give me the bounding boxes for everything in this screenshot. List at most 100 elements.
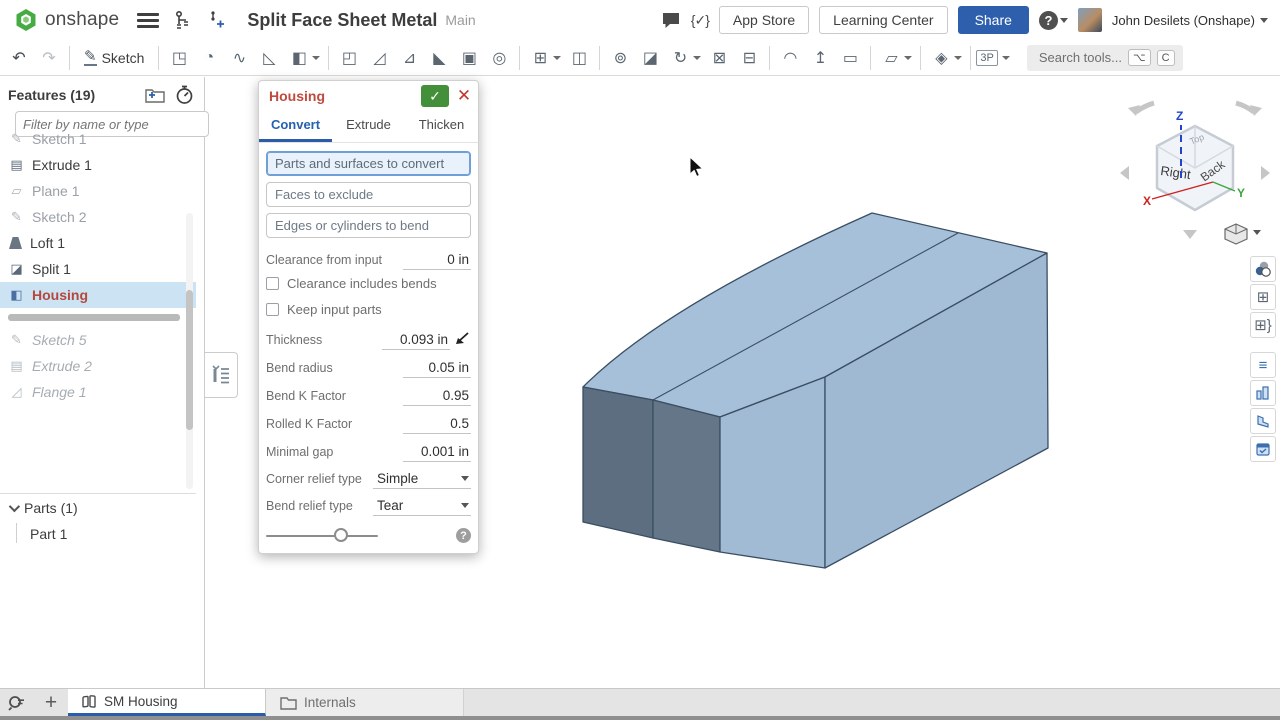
tab-convert[interactable]: Convert — [259, 111, 332, 142]
sheet-metal-bend-icon[interactable]: ◠ — [775, 44, 805, 72]
clearance-includes-bends-checkbox[interactable]: Clearance includes bends — [266, 270, 471, 296]
delete-face-icon[interactable]: ⊠ — [704, 44, 734, 72]
tab-search-icon[interactable] — [0, 689, 34, 716]
workspace-name[interactable]: Main — [445, 12, 475, 28]
sheet-metal-flatten-icon[interactable]: ▭ — [835, 44, 865, 72]
transform-icon[interactable]: ↻ — [665, 44, 695, 72]
linear-pattern-icon[interactable]: ⊞ — [525, 44, 555, 72]
mirror-icon[interactable]: ◫ — [564, 44, 594, 72]
slider-thumb[interactable] — [334, 528, 348, 542]
learning-center-button[interactable]: Learning Center — [819, 6, 947, 34]
shortcut-alt-key: ⌥ — [1128, 49, 1151, 66]
chevron-down-icon[interactable] — [553, 56, 561, 60]
thickness-input[interactable]: 0.093 in — [382, 332, 450, 350]
rolled-k-input[interactable]: 0.5 — [403, 416, 471, 434]
chevron-down-icon[interactable] — [904, 56, 912, 60]
chevron-down-icon[interactable] — [954, 56, 962, 60]
revolve-icon[interactable]: ◔ — [194, 44, 224, 72]
create-version-icon[interactable] — [207, 9, 225, 31]
graphics-viewport[interactable]: Right Back Top X Y Z — [0, 76, 1280, 688]
configurations-icon[interactable]: ⊞ — [1250, 284, 1276, 310]
feature-toolbar: ↶ ↷ ✎ Sketch ◳ ◔ ∿ ◺ ◧ ◰ ◿ ⊿ ◣ ▣ ◎ ⊞ ◫ ⊚… — [0, 40, 1280, 76]
split-icon[interactable]: ◪ — [635, 44, 665, 72]
hole-icon[interactable]: ◎ — [484, 44, 514, 72]
dialog-help-icon[interactable]: ? — [456, 528, 471, 543]
parts-to-convert-selector[interactable]: Parts and surfaces to convert — [266, 151, 471, 176]
chevron-down-icon[interactable] — [1002, 56, 1010, 60]
boolean-icon[interactable]: ⊚ — [605, 44, 635, 72]
corner-relief-row: Corner relief type Simple — [266, 463, 471, 489]
thicken-icon[interactable]: ◧ — [284, 44, 314, 72]
extrude-icon[interactable]: ◳ — [164, 44, 194, 72]
main-menu-icon[interactable] — [137, 10, 159, 31]
rolled-k-row: Rolled K Factor 0.5 — [266, 408, 471, 434]
bend-radius-input[interactable]: 0.05 in — [403, 360, 471, 378]
sketch-button[interactable]: ✎ Sketch — [75, 46, 153, 69]
flip-direction-icon[interactable] — [453, 330, 471, 348]
onshape-logo[interactable]: onshape — [14, 8, 119, 32]
part-housing[interactable] — [583, 213, 1048, 568]
comments-panel-icon[interactable]: ≡ — [1250, 352, 1276, 378]
share-button[interactable]: Share — [958, 6, 1029, 34]
view-cube[interactable]: Right Back Top X Y Z — [1120, 103, 1270, 244]
chevron-down-icon[interactable] — [693, 56, 701, 60]
parts-list-panel-icon[interactable] — [1250, 380, 1276, 406]
minimal-gap-input[interactable]: 0.001 in — [403, 444, 471, 462]
sheet-metal-unfold-icon[interactable]: ↥ — [805, 44, 835, 72]
comment-icon[interactable] — [661, 10, 681, 30]
part-face-front-mid[interactable] — [653, 400, 720, 552]
rotate-arrow-left[interactable] — [1120, 166, 1129, 180]
tab-internals[interactable]: Internals — [266, 689, 464, 716]
bottom-scroll-strip[interactable] — [0, 716, 1280, 720]
faces-to-exclude-selector[interactable]: Faces to exclude — [266, 182, 471, 207]
versions-icon[interactable] — [173, 10, 193, 30]
chevron-down-icon — [1260, 18, 1268, 23]
chevron-down-icon[interactable] — [312, 56, 320, 60]
named-views-icon[interactable]: ◈ — [926, 44, 956, 72]
release-status-panel-icon[interactable] — [1250, 436, 1276, 462]
chamfer-icon[interactable]: ◿ — [364, 44, 394, 72]
corner-relief-dropdown[interactable]: Simple — [373, 471, 471, 489]
appearance-icon[interactable] — [1250, 256, 1276, 282]
help-menu[interactable]: ? — [1039, 11, 1068, 30]
bend-relief-dropdown[interactable]: Tear — [373, 498, 471, 516]
opacity-slider[interactable] — [266, 535, 378, 537]
redo-icon[interactable]: ↷ — [34, 44, 64, 72]
part-face-front-left[interactable] — [583, 387, 653, 538]
tab-thicken[interactable]: Thicken — [405, 111, 478, 142]
bracket-part-panel-icon[interactable] — [1250, 408, 1276, 434]
rotate-arrow-bottom[interactable] — [1183, 230, 1197, 239]
avatar[interactable] — [1078, 8, 1102, 32]
delete-part-icon[interactable]: ⊟ — [734, 44, 764, 72]
chevron-down-icon — [1253, 230, 1261, 235]
help-icon: ? — [1039, 11, 1058, 30]
clearance-input[interactable]: 0 in — [403, 252, 471, 270]
sweep-icon[interactable]: ∿ — [224, 44, 254, 72]
edges-to-bend-selector[interactable]: Edges or cylinders to bend — [266, 213, 471, 238]
search-tools[interactable]: Search tools... ⌥ C — [1027, 45, 1183, 71]
mate-connector-3p-icon[interactable]: 3P — [976, 50, 997, 66]
plane-icon[interactable]: ▱ — [876, 44, 906, 72]
app-store-button[interactable]: App Store — [719, 6, 809, 34]
loft-icon[interactable]: ◺ — [254, 44, 284, 72]
cancel-button[interactable]: ✕ — [454, 85, 474, 107]
accept-button[interactable]: ✓ — [421, 85, 449, 107]
document-title[interactable]: Split Face Sheet Metal — [247, 10, 437, 31]
user-menu[interactable]: John Desilets (Onshape) — [1112, 13, 1268, 28]
featurescript-icon[interactable]: {✓} — [691, 12, 709, 29]
draft-icon[interactable]: ⊿ — [394, 44, 424, 72]
dialog-header[interactable]: Housing ✓ ✕ — [259, 81, 478, 109]
flange-icon[interactable]: ◣ — [424, 44, 454, 72]
y-axis-label: Y — [1237, 186, 1245, 200]
keep-input-parts-checkbox[interactable]: Keep input parts — [266, 296, 471, 322]
tab-sm-housing[interactable]: SM Housing — [68, 689, 266, 716]
tab-extrude[interactable]: Extrude — [332, 111, 405, 142]
custom-tables-icon[interactable]: ⊞} — [1250, 312, 1276, 338]
undo-icon[interactable]: ↶ — [4, 44, 34, 72]
add-tab-icon[interactable]: + — [34, 689, 68, 716]
fillet-icon[interactable]: ◰ — [334, 44, 364, 72]
shell-icon[interactable]: ▣ — [454, 44, 484, 72]
rotate-arrow-right[interactable] — [1261, 166, 1270, 180]
view-options-button[interactable] — [1225, 224, 1261, 244]
bend-k-input[interactable]: 0.95 — [403, 388, 471, 406]
